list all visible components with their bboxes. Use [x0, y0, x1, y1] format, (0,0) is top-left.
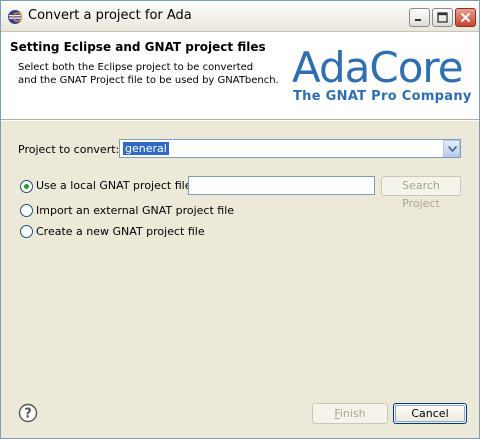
radio-selected-dot — [24, 184, 29, 189]
radio-local-project[interactable] — [20, 180, 33, 193]
project-select-value: general — [123, 142, 169, 155]
create-project-label: Create a new GNAT project file — [36, 225, 205, 238]
dropdown-button[interactable] — [443, 140, 460, 157]
minimize-icon — [415, 19, 421, 21]
page-title: Setting Eclipse and GNAT project files — [10, 40, 266, 54]
minimize-button[interactable] — [409, 8, 430, 27]
close-button[interactable] — [455, 8, 476, 27]
page-description: Select both the Eclipse project to be co… — [18, 62, 279, 86]
title-bar[interactable]: Convert a project for Ada — [1, 1, 479, 32]
chevron-down-icon — [448, 146, 457, 152]
local-project-input[interactable] — [188, 176, 375, 195]
dialog-window: Convert a project for Ada Setting Eclips… — [0, 0, 480, 439]
help-button[interactable]: ? — [18, 403, 38, 423]
window-title: Convert a project for Ada — [28, 8, 192, 23]
maximize-icon — [437, 12, 448, 23]
eclipse-icon — [7, 9, 23, 25]
divider — [1, 120, 479, 121]
adacore-logo: AdaCore — [292, 43, 464, 92]
radio-import-project[interactable] — [20, 204, 33, 217]
import-project-label: Import an external GNAT project file — [36, 204, 235, 217]
header-banner: Setting Eclipse and GNAT project files S… — [1, 32, 479, 120]
project-label: Project to convert: — [18, 143, 120, 156]
svg-text:?: ? — [24, 407, 32, 422]
logo-tagline: The GNAT Pro Company — [293, 89, 472, 104]
radio-create-project[interactable] — [20, 225, 33, 238]
search-project-button[interactable]: Search Project — [381, 176, 461, 210]
maximize-button[interactable] — [432, 8, 453, 27]
cancel-button[interactable]: Cancel — [393, 403, 467, 424]
finish-button[interactable]: Finish — [312, 403, 388, 424]
close-icon — [460, 12, 471, 23]
local-project-label: Use a local GNAT project file: — [36, 179, 196, 192]
help-icon: ? — [18, 403, 38, 423]
project-select[interactable]: general — [119, 139, 461, 158]
